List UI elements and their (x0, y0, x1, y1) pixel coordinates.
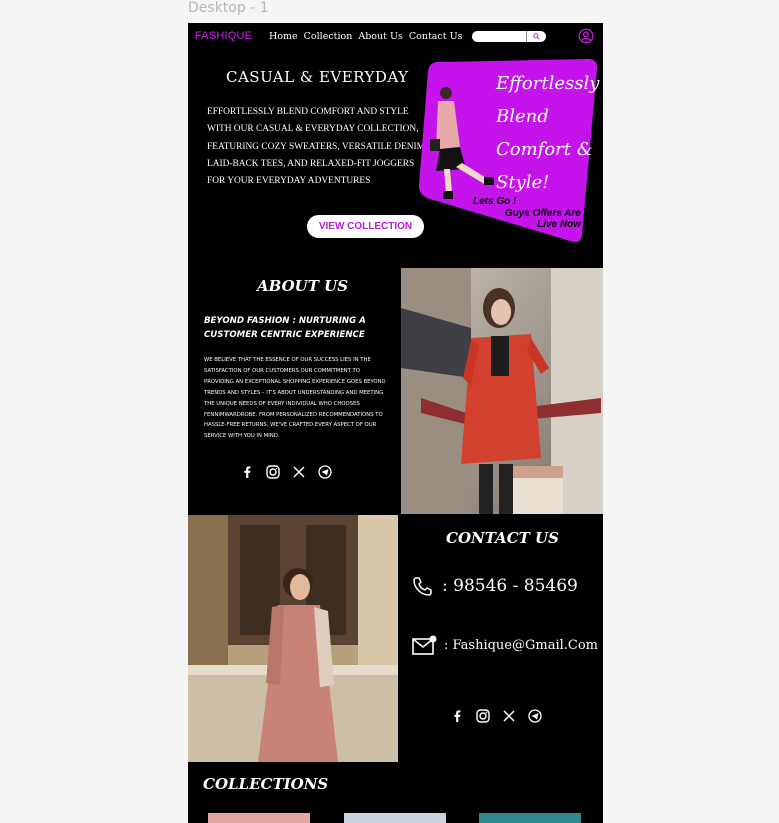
x-icon[interactable] (292, 465, 306, 479)
promo-sub-line: Lets Go ! (473, 196, 517, 207)
telegram-icon[interactable] (528, 709, 542, 723)
collection-thumbnail[interactable] (208, 813, 310, 823)
view-collection-button[interactable]: VIEW COLLECTION (307, 215, 424, 238)
navbar: FASHIQUE Home Collection About Us Contac… (188, 23, 603, 49)
nav-link-contact[interactable]: Contact Us (409, 31, 463, 42)
collection-thumbnail[interactable] (344, 813, 446, 823)
facebook-icon[interactable] (450, 709, 464, 723)
nav-link-home[interactable]: Home (269, 31, 298, 42)
hero-description: Effortlessly blend comfort and style wit… (207, 107, 428, 187)
about-body: We believe that the essence of our succe… (204, 357, 386, 440)
contact-title: CONTACT US (446, 529, 559, 547)
about-social-links (240, 465, 332, 479)
logo[interactable]: FASHIQUE (195, 30, 252, 42)
frame-label: Desktop - 1 (188, 0, 269, 16)
nav-link-about[interactable]: About Us (358, 31, 403, 42)
phone-icon (413, 577, 432, 596)
nav-link-collection[interactable]: Collection (304, 31, 353, 42)
desktop-frame: FASHIQUE Home Collection About Us Contac… (188, 23, 603, 823)
search-icon (533, 33, 540, 40)
hero-title: CASUAL & EVERYDAY (226, 68, 409, 86)
promo-line: Blend (496, 106, 549, 127)
instagram-icon[interactable] (476, 709, 490, 723)
user-circle-icon[interactable] (578, 28, 594, 44)
promo-offer-text: Lets Go ! Guys Offers Are Live Now (473, 196, 581, 231)
telegram-icon[interactable] (318, 465, 332, 479)
contact-social-links (450, 709, 542, 723)
promo-line: Effortlessly (496, 73, 600, 94)
about-section: ABOUT US Beyond Fashion : Nurturing A Cu… (188, 268, 401, 514)
instagram-icon[interactable] (266, 465, 280, 479)
about-title: ABOUT US (257, 277, 349, 295)
phone-number[interactable]: : 98546 - 85469 (442, 576, 578, 596)
facebook-icon[interactable] (240, 465, 254, 479)
collections-title: COLLECTIONS (203, 775, 329, 793)
x-icon[interactable] (502, 709, 516, 723)
promo-sub-line: Live Now (537, 219, 581, 230)
collection-thumbnail[interactable] (479, 813, 581, 823)
email-row: : Fashique@Gmail.Com (412, 634, 598, 656)
search-button[interactable] (526, 31, 546, 42)
email-address[interactable]: : Fashique@Gmail.Com (444, 638, 598, 653)
promo-sub-line: Guys Offers Are (504, 207, 581, 219)
about-subtitle: Beyond Fashion : Nurturing A Customer Ce… (204, 316, 366, 340)
promo-line: Style! (496, 172, 550, 193)
promo-line: Comfort & (496, 139, 593, 160)
phone-row: : 98546 - 85469 (412, 576, 578, 596)
pink-gown-model-image (188, 515, 398, 762)
nav-links: Home Collection About Us Contact Us (269, 31, 462, 42)
mail-icon (412, 635, 437, 655)
promo-headline: Effortlessly Blend Comfort & Style! (496, 67, 601, 199)
search-input[interactable] (472, 31, 546, 42)
red-coat-model-image (401, 268, 603, 514)
